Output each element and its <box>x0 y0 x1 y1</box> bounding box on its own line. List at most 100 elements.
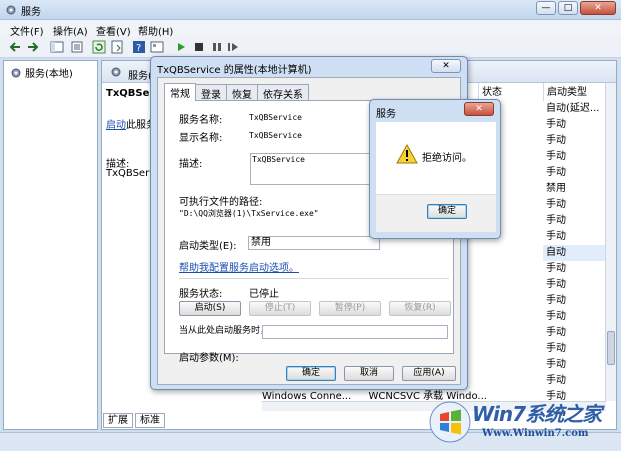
description-value: TxQBService <box>252 155 305 164</box>
startup-type-column: 自动(延迟... 手动 手动 手动 手动 禁用 手动 手动 手动 自动 手动 手动 手动 手动 手动 手动 手动… <box>543 101 605 421</box>
services-gear-icon <box>6 5 16 15</box>
message-box-footer: 确定 <box>376 194 496 232</box>
watermark: Win7系统之家 Www.Winwin7.com <box>420 396 620 448</box>
stop-button[interactable]: 停止(T) <box>249 301 311 316</box>
description-box[interactable]: TxQBService <box>250 153 380 185</box>
windows-logo-icon <box>429 401 471 443</box>
table-row-startup-type[interactable]: 手动 <box>543 293 605 309</box>
start-params-label: 启动参数(M): <box>179 353 239 364</box>
menu-action[interactable]: 操作(A) <box>53 23 88 38</box>
close-button[interactable]: ✕ <box>580 1 616 15</box>
tab-standard[interactable]: 标准 <box>135 413 165 428</box>
cancel-button[interactable]: 取消 <box>344 366 394 381</box>
display-name-label: 显示名称: <box>179 133 223 144</box>
properties-dialog-title: TxQBService 的属性(本地计算机) <box>157 65 312 76</box>
apply-button[interactable]: 应用(A) <box>402 366 456 381</box>
message-text: 拒绝访问。 <box>422 153 472 164</box>
error-message-box: 服务 ✕ 拒绝访问。 确定 <box>369 99 501 239</box>
tab-general[interactable]: 常规 <box>164 83 196 101</box>
startup-type-value: 禁用 <box>251 237 271 248</box>
table-row-startup-type[interactable]: 自动(延迟... <box>543 101 605 117</box>
table-row-startup-type[interactable]: 手动 <box>543 309 605 325</box>
message-box-body: 拒绝访问。 <box>376 122 496 194</box>
executable-path-label: 可执行文件的路径: <box>179 197 263 208</box>
startup-type-select[interactable]: 禁用 <box>248 236 380 250</box>
stop-service-icon[interactable] <box>192 40 206 54</box>
console-tree: 服务(本地) <box>3 60 98 430</box>
tab-logon[interactable]: 登录 <box>195 84 227 101</box>
executable-path-value: "D:\QQ浏览器(1)\TxService.exe" <box>179 209 319 218</box>
start-service-link[interactable]: 启动 <box>106 120 126 131</box>
table-row-startup-type[interactable]: 自动 <box>543 245 605 261</box>
properties-close-button[interactable]: ✕ <box>431 59 461 73</box>
svg-text:?: ? <box>136 43 141 54</box>
services-gear-icon <box>11 68 21 77</box>
start-button[interactable]: 启动(S) <box>179 301 241 316</box>
table-row-startup-type[interactable]: 手动 <box>543 229 605 245</box>
console-tree-icon[interactable] <box>50 40 64 54</box>
start-service-icon[interactable] <box>174 40 188 54</box>
table-row-startup-type[interactable]: 手动 <box>543 213 605 229</box>
tree-item-services-local[interactable]: 服务(本地) <box>10 65 73 80</box>
table-row-startup-type[interactable]: 手动 <box>543 357 605 373</box>
refresh-icon[interactable] <box>92 40 106 54</box>
table-row-startup-type[interactable]: 手动 <box>543 277 605 293</box>
startup-type-label: 启动类型(E): <box>179 241 237 252</box>
service-status-label: 服务状态: <box>179 289 223 300</box>
table-row-startup-type[interactable]: 手动 <box>543 341 605 357</box>
help-configure-link[interactable]: 帮助我配置服务启动选项。 <box>179 259 299 274</box>
service-name-label: 服务名称: <box>179 115 223 126</box>
table-row-startup-type[interactable]: 手动 <box>543 133 605 149</box>
column-header-startup-type[interactable]: 启动类型 <box>543 83 605 101</box>
table-row-startup-type[interactable]: 手动 <box>543 149 605 165</box>
table-row-startup-type[interactable]: 手动 <box>543 197 605 213</box>
display-name-value: TxQBService <box>249 131 302 140</box>
tab-extended[interactable]: 扩展 <box>103 413 133 428</box>
table-row-startup-type[interactable]: 手动 <box>543 325 605 341</box>
export-list-icon[interactable] <box>110 40 124 54</box>
vertical-scrollbar[interactable] <box>605 83 616 401</box>
message-box-title: 服务 <box>376 109 396 120</box>
watermark-url: Www.Winwin7.com <box>482 428 589 439</box>
forward-arrow-icon[interactable] <box>26 40 40 54</box>
message-ok-button[interactable]: 确定 <box>427 204 467 219</box>
view-icon[interactable] <box>150 40 164 54</box>
back-arrow-icon[interactable] <box>8 40 22 54</box>
tree-item-label: 服务(本地) <box>25 69 73 80</box>
table-row-startup-type[interactable]: 手动 <box>543 117 605 133</box>
table-row-startup-type[interactable]: 手动 <box>543 261 605 277</box>
warning-icon <box>396 144 418 164</box>
resume-button[interactable]: 恢复(R) <box>389 301 451 316</box>
window-title: 服务 <box>21 7 41 18</box>
divider <box>179 278 449 279</box>
help-icon[interactable]: ? <box>132 40 146 54</box>
ok-button[interactable]: 确定 <box>286 366 336 381</box>
start-params-input[interactable] <box>262 325 448 339</box>
window-titlebar: 服务 — □ ✕ <box>0 0 621 20</box>
properties-list-icon[interactable] <box>70 40 84 54</box>
watermark-brand: Win7系统之家 <box>472 402 602 426</box>
maximize-button[interactable]: □ <box>558 1 578 15</box>
menu-help[interactable]: 帮助(H) <box>138 23 173 38</box>
message-box-close-button[interactable]: ✕ <box>464 102 494 116</box>
table-row-startup-type[interactable]: 手动 <box>543 373 605 389</box>
pause-service-icon[interactable] <box>210 40 224 54</box>
menu-file[interactable]: 文件(F) <box>10 23 44 38</box>
services-gear-icon <box>111 67 121 77</box>
table-row-startup-type[interactable]: 禁用 <box>543 181 605 197</box>
service-status-value: 已停止 <box>249 289 279 300</box>
menu-view[interactable]: 查看(V) <box>96 23 131 38</box>
start-service-text: 启动此服务 <box>106 116 156 131</box>
toolbar: ? <box>0 37 621 58</box>
view-tabs: 扩展 标准 <box>103 413 165 428</box>
properties-tabs: 常规 登录 恢复 依存关系 <box>164 83 309 101</box>
pause-button[interactable]: 暂停(P) <box>319 301 381 316</box>
restart-service-icon[interactable] <box>226 40 240 54</box>
minimize-button[interactable]: — <box>536 1 556 15</box>
table-row-startup-type[interactable]: 手动 <box>543 165 605 181</box>
tab-dependencies[interactable]: 依存关系 <box>257 84 309 101</box>
menubar: 文件(F) 操作(A) 查看(V) 帮助(H) <box>0 20 621 38</box>
tab-recovery[interactable]: 恢复 <box>226 84 258 101</box>
description-label: 描述: <box>179 159 203 170</box>
scrollbar-thumb[interactable] <box>607 331 615 365</box>
